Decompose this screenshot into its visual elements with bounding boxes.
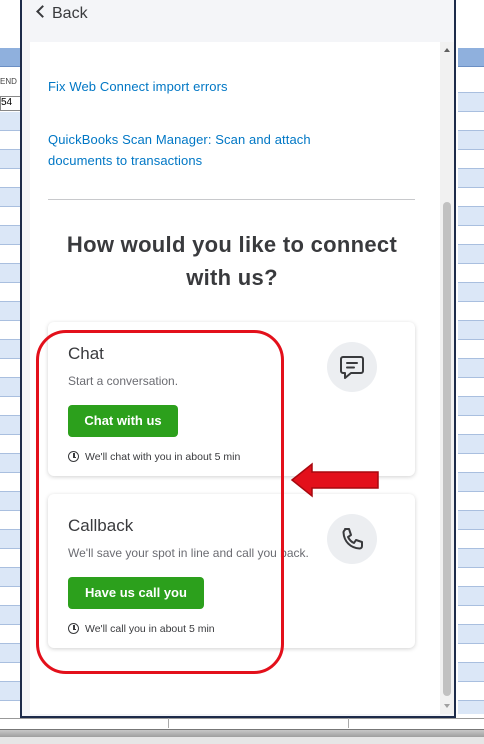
scroll-down-arrow-icon[interactable]: [444, 704, 450, 708]
back-button[interactable]: Back: [36, 5, 88, 23]
panel-topbar: Back: [22, 0, 454, 42]
background-rows-right: [458, 74, 484, 714]
vertical-scrollbar[interactable]: [440, 42, 454, 714]
heading-line-2: with us?: [186, 265, 278, 290]
link-scan-manager-line2[interactable]: documents to transactions: [48, 150, 202, 171]
scroll-thumb[interactable]: [443, 202, 451, 696]
background-register-right: [458, 0, 484, 744]
divider: [48, 199, 415, 200]
grid-divider: [168, 718, 169, 728]
phone-icon: [327, 514, 377, 564]
window-base: [0, 737, 484, 744]
annotation-arrow-icon: [290, 462, 379, 498]
chat-icon: [327, 342, 377, 392]
connect-heading: How would you like to connect with us?: [30, 228, 434, 294]
back-label: Back: [52, 5, 88, 22]
link-fix-web-connect[interactable]: Fix Web Connect import errors: [48, 76, 228, 97]
grid-divider: [348, 718, 349, 728]
heading-line-1: How would you like to connect: [66, 232, 398, 257]
background-header-bar: [0, 48, 22, 67]
background-column-header: END: [0, 77, 17, 86]
background-cell: 54: [0, 96, 22, 111]
background-rows: [0, 112, 22, 712]
background-footer: [0, 718, 484, 744]
chevron-left-icon: [36, 5, 49, 18]
background-grid-row: [0, 718, 484, 729]
annotation-highlight-outline: [36, 330, 284, 674]
scroll-up-arrow-icon[interactable]: [444, 48, 450, 52]
background-register-left: END 54: [0, 0, 22, 744]
link-scan-manager[interactable]: QuickBooks Scan Manager: Scan and attach: [48, 129, 311, 150]
background-header-bar-right: [458, 48, 484, 67]
